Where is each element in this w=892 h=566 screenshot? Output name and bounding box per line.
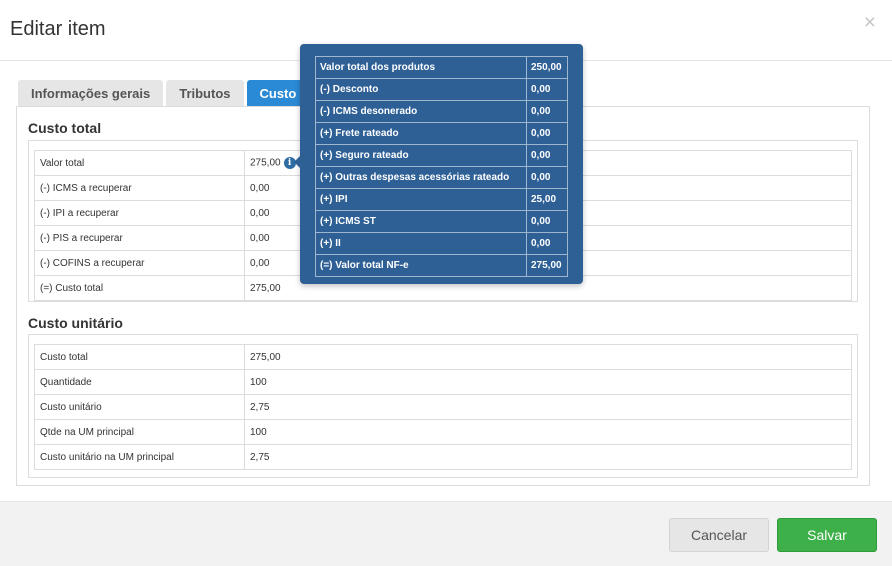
tooltip-value: 0,00 bbox=[526, 232, 568, 255]
tooltip-value: 0,00 bbox=[526, 210, 568, 233]
table-row: Valor total dos produtos 250,00 bbox=[315, 56, 568, 79]
table-row: (-) Desconto 0,00 bbox=[315, 78, 568, 101]
section-title-custo-unitario: Custo unitário bbox=[28, 315, 123, 331]
row-label: (=) Custo total bbox=[34, 275, 245, 301]
table-row: Custo total 275,00 bbox=[34, 344, 852, 370]
table-row: (-) ICMS desonerado 0,00 bbox=[315, 100, 568, 123]
table-row: (+) IPI 25,00 bbox=[315, 188, 568, 211]
tooltip-table: Valor total dos produtos 250,00 (-) Desco… bbox=[315, 56, 568, 277]
tooltip-value: 250,00 bbox=[526, 56, 568, 79]
tooltip-label: (+) II bbox=[315, 232, 527, 255]
tooltip-label: (=) Valor total NF-e bbox=[315, 254, 527, 277]
custo-unitario-box: Custo total 275,00 Quantidade 100 Custo … bbox=[28, 334, 858, 478]
tooltip-label: (+) IPI bbox=[315, 188, 527, 211]
row-value: 2,75 bbox=[244, 444, 852, 470]
modal-footer: Cancelar Salvar bbox=[0, 501, 892, 566]
tooltip-value: 0,00 bbox=[526, 122, 568, 145]
table-row: (=) Valor total NF-e 275,00 bbox=[315, 254, 568, 277]
valor-total-tooltip: Valor total dos produtos 250,00 (-) Desco… bbox=[294, 44, 583, 284]
row-value: 275,00 bbox=[244, 344, 852, 370]
tooltip-label: (+) Seguro rateado bbox=[315, 144, 527, 167]
tooltip-label: (-) Desconto bbox=[315, 78, 527, 101]
valor-total-value: 275,00 bbox=[250, 157, 281, 169]
row-label: Custo total bbox=[34, 344, 245, 370]
row-label: (-) PIS a recuperar bbox=[34, 225, 245, 251]
save-button[interactable]: Salvar bbox=[777, 518, 877, 552]
table-row: Custo unitário na UM principal 2,75 bbox=[34, 444, 852, 470]
tooltip-value: 25,00 bbox=[526, 188, 568, 211]
row-label: Custo unitário na UM principal bbox=[34, 444, 245, 470]
tooltip-value: 275,00 bbox=[526, 254, 568, 277]
table-row: Custo unitário 2,75 bbox=[34, 394, 852, 420]
table-row: Quantidade 100 bbox=[34, 369, 852, 395]
table-row: (+) II 0,00 bbox=[315, 232, 568, 255]
tooltip-arrow bbox=[294, 156, 300, 168]
tooltip-value: 0,00 bbox=[526, 100, 568, 123]
row-label: (-) IPI a recuperar bbox=[34, 200, 245, 226]
modal-title: Editar item bbox=[10, 18, 106, 40]
tab-bar: Informações gerais Tributos Custo bbox=[18, 80, 312, 106]
tab-informacoes-gerais[interactable]: Informações gerais bbox=[18, 80, 164, 106]
tooltip-label: (+) Outras despesas acessórias rateado bbox=[315, 166, 527, 189]
section-title-custo-total: Custo total bbox=[28, 120, 102, 136]
row-value: 100 bbox=[244, 419, 852, 445]
tab-tributos[interactable]: Tributos bbox=[166, 80, 244, 106]
row-value: 100 bbox=[244, 369, 852, 395]
tooltip-label: (-) ICMS desonerado bbox=[315, 100, 527, 123]
table-row: (+) Outras despesas acessórias rateado 0,… bbox=[315, 166, 568, 189]
custo-unitario-table: Custo total 275,00 Quantidade 100 Custo … bbox=[34, 344, 852, 470]
tooltip-value: 0,00 bbox=[526, 78, 568, 101]
table-row: Qtde na UM principal 100 bbox=[34, 419, 852, 445]
row-label: Custo unitário bbox=[34, 394, 245, 420]
row-label: Qtde na UM principal bbox=[34, 419, 245, 445]
table-row: (+) Frete rateado 0,00 bbox=[315, 122, 568, 145]
cancel-button[interactable]: Cancelar bbox=[669, 518, 769, 552]
table-row: (+) Seguro rateado 0,00 bbox=[315, 144, 568, 167]
row-value: 2,75 bbox=[244, 394, 852, 420]
close-icon[interactable]: × bbox=[864, 12, 876, 33]
tooltip-label: Valor total dos produtos bbox=[315, 56, 527, 79]
tooltip-value: 0,00 bbox=[526, 144, 568, 167]
row-label: Valor total bbox=[34, 150, 245, 176]
tooltip-label: (+) Frete rateado bbox=[315, 122, 527, 145]
row-label: Quantidade bbox=[34, 369, 245, 395]
tooltip-label: (+) ICMS ST bbox=[315, 210, 527, 233]
row-label: (-) COFINS a recuperar bbox=[34, 250, 245, 276]
tooltip-value: 0,00 bbox=[526, 166, 568, 189]
table-row: (+) ICMS ST 0,00 bbox=[315, 210, 568, 233]
row-label: (-) ICMS a recuperar bbox=[34, 175, 245, 201]
